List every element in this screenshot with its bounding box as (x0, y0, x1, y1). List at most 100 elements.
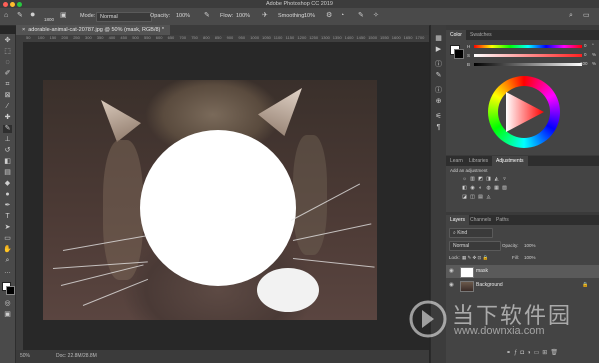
clone-source-panel-icon[interactable]: ⊕ (434, 98, 443, 106)
vibrance-alt-icon[interactable]: ▿ (502, 177, 507, 182)
new-adjustment-icon[interactable]: ◑ (527, 350, 534, 356)
brightness-contrast-icon[interactable]: ☼ (462, 177, 467, 182)
gradient-tool-icon[interactable]: ▤ (3, 169, 12, 177)
mode-select[interactable]: Normal (96, 12, 152, 22)
levels-icon[interactable]: ▥ (470, 177, 475, 182)
color-lookup-icon[interactable]: ▧ (502, 186, 507, 191)
angle-icon[interactable]: ◔ (340, 11, 344, 21)
saturation-label: S (467, 53, 471, 58)
canvas-area[interactable] (23, 42, 429, 350)
properties-panel-icon[interactable]: ⓘ (434, 61, 443, 69)
layer-row-mask[interactable]: ◉ mask (446, 265, 599, 278)
saturation-value[interactable]: 0 (584, 52, 587, 57)
move-tool-icon[interactable]: ✥ (3, 37, 12, 45)
close-tab-icon[interactable]: × (22, 27, 25, 33)
blend-mode-select[interactable]: Normal (449, 241, 501, 251)
clone-stamp-tool-icon[interactable]: ⊥ (3, 136, 12, 144)
layer-opacity-value[interactable]: 100% (524, 243, 536, 248)
tab-swatches[interactable]: Swatches (466, 30, 496, 40)
brush-tool-icon[interactable]: ✎ (17, 11, 23, 21)
quick-select-tool-icon[interactable]: ✐ (3, 70, 12, 78)
background-color-swatch[interactable] (6, 286, 15, 295)
paragraph-panel-icon[interactable]: ¶ (434, 124, 443, 132)
brightness-slider[interactable] (474, 63, 582, 66)
brush-settings-icon[interactable]: ▣ (60, 11, 67, 21)
brush-settings-panel-icon[interactable]: ✎ (434, 72, 443, 80)
marquee-tool-icon[interactable]: ⬚ (3, 48, 12, 56)
add-mask-icon[interactable]: ◘ (520, 350, 527, 356)
exposure-icon[interactable]: ◨ (486, 177, 491, 182)
zoom-tool-icon[interactable]: ⌕ (3, 257, 12, 265)
type-tool-icon[interactable]: T (3, 213, 12, 221)
path-selection-tool-icon[interactable]: ➤ (3, 224, 12, 232)
new-group-icon[interactable]: ▭ (534, 350, 543, 356)
link-layers-icon[interactable]: ⚭ (506, 350, 514, 356)
shape-tool-icon[interactable]: ▭ (3, 235, 12, 243)
photo-filter-icon[interactable]: ◍ (486, 186, 491, 191)
crop-tool-icon[interactable]: ⌗ (3, 81, 12, 89)
tab-paths[interactable]: Paths (492, 215, 513, 225)
eyedropper-tool-icon[interactable]: ⁄ (3, 103, 12, 111)
screen-mode-icon[interactable]: ▣ (3, 311, 12, 319)
more-tools-icon[interactable]: … (3, 268, 12, 276)
search-icon[interactable]: ⌕ (569, 11, 573, 21)
layer-filter-select[interactable]: ⌕ Kind (449, 228, 493, 238)
threshold-icon[interactable]: ▤ (478, 195, 483, 200)
blur-tool-icon[interactable]: ◆ (3, 180, 12, 188)
history-panel-icon[interactable]: ▦ (434, 35, 443, 43)
tab-adjustments[interactable]: Adjustments (492, 156, 528, 166)
hand-tool-icon[interactable]: ✋ (3, 246, 12, 254)
invert-icon[interactable]: ◪ (462, 195, 467, 200)
channel-mixer-icon[interactable]: ▦ (494, 186, 499, 191)
quick-mask-icon[interactable]: ◎ (3, 300, 12, 308)
eye-icon[interactable]: ◉ (449, 279, 454, 292)
smoothing-settings-icon[interactable]: ⚙ (326, 11, 332, 21)
brush-tool-icon[interactable]: ✎ (3, 125, 12, 133)
frame-tool-icon[interactable]: ⊠ (3, 92, 12, 100)
history-brush-tool-icon[interactable]: ↺ (3, 147, 12, 155)
lasso-tool-icon[interactable]: ◌ (3, 59, 12, 67)
pressure-opacity-icon[interactable]: ✎ (204, 11, 210, 21)
black-white-icon[interactable]: ◐ (478, 186, 483, 191)
info-panel-icon[interactable]: ⓘ (434, 87, 443, 95)
adjust-panel-icon[interactable]: ⚟ (434, 113, 443, 121)
vibrance-icon[interactable]: ◭ (494, 177, 499, 182)
zoom-level[interactable]: 50% (20, 353, 30, 359)
symmetry-icon[interactable]: ✧ (373, 11, 379, 21)
document-tab[interactable]: × adorable-animal-cat-20787.jpg @ 50% (ma… (16, 25, 171, 35)
healing-brush-tool-icon[interactable]: ✚ (3, 114, 12, 122)
fill-value[interactable]: 100% (524, 255, 536, 260)
posterize-icon[interactable]: ◫ (470, 195, 475, 200)
layer-row-background[interactable]: ◉ Background 🔒 (446, 279, 599, 292)
tab-libraries[interactable]: Libraries (465, 156, 492, 166)
hue-saturation-icon[interactable]: ◧ (462, 186, 467, 191)
opacity-value[interactable]: 100% (176, 11, 190, 21)
tab-channels[interactable]: Channels (466, 215, 495, 225)
curves-icon[interactable]: ◩ (478, 177, 483, 182)
tab-learn[interactable]: Learn (446, 156, 467, 166)
flow-value[interactable]: 100% (236, 11, 250, 21)
brush-preset-icon[interactable]: ● (30, 9, 35, 19)
airbrush-icon[interactable]: ✈ (262, 11, 268, 21)
lock-icons[interactable]: ▦ ✎ ✥ ⊡ 🔒 (462, 255, 488, 261)
eye-icon[interactable]: ◉ (449, 265, 454, 278)
background-swatch[interactable] (454, 49, 464, 59)
document-info[interactable]: Doc: 22.8M/28.8M (56, 353, 97, 359)
trash-icon[interactable]: 🗑 (550, 350, 561, 356)
color-balance-icon[interactable]: ◉ (470, 186, 475, 191)
color-wheel[interactable] (488, 76, 560, 148)
home-icon[interactable]: ⌂ (4, 11, 8, 21)
smoothing-value[interactable]: 10% (304, 11, 315, 21)
saturation-slider[interactable] (474, 54, 582, 57)
pen-tool-icon[interactable]: ✒ (3, 202, 12, 210)
hue-slider[interactable] (474, 45, 582, 48)
workspace-icon[interactable]: ▭ (583, 11, 590, 21)
dodge-tool-icon[interactable]: ● (3, 191, 12, 199)
actions-panel-icon[interactable]: ▶ (434, 46, 443, 54)
hue-value[interactable]: 0 (584, 43, 587, 48)
eraser-tool-icon[interactable]: ◧ (3, 158, 12, 166)
brightness-value[interactable]: 100 (580, 61, 588, 66)
tab-color[interactable]: Color (446, 30, 466, 40)
pressure-size-icon[interactable]: ✎ (358, 11, 364, 21)
gradient-map-icon[interactable]: ◬ (486, 195, 491, 200)
